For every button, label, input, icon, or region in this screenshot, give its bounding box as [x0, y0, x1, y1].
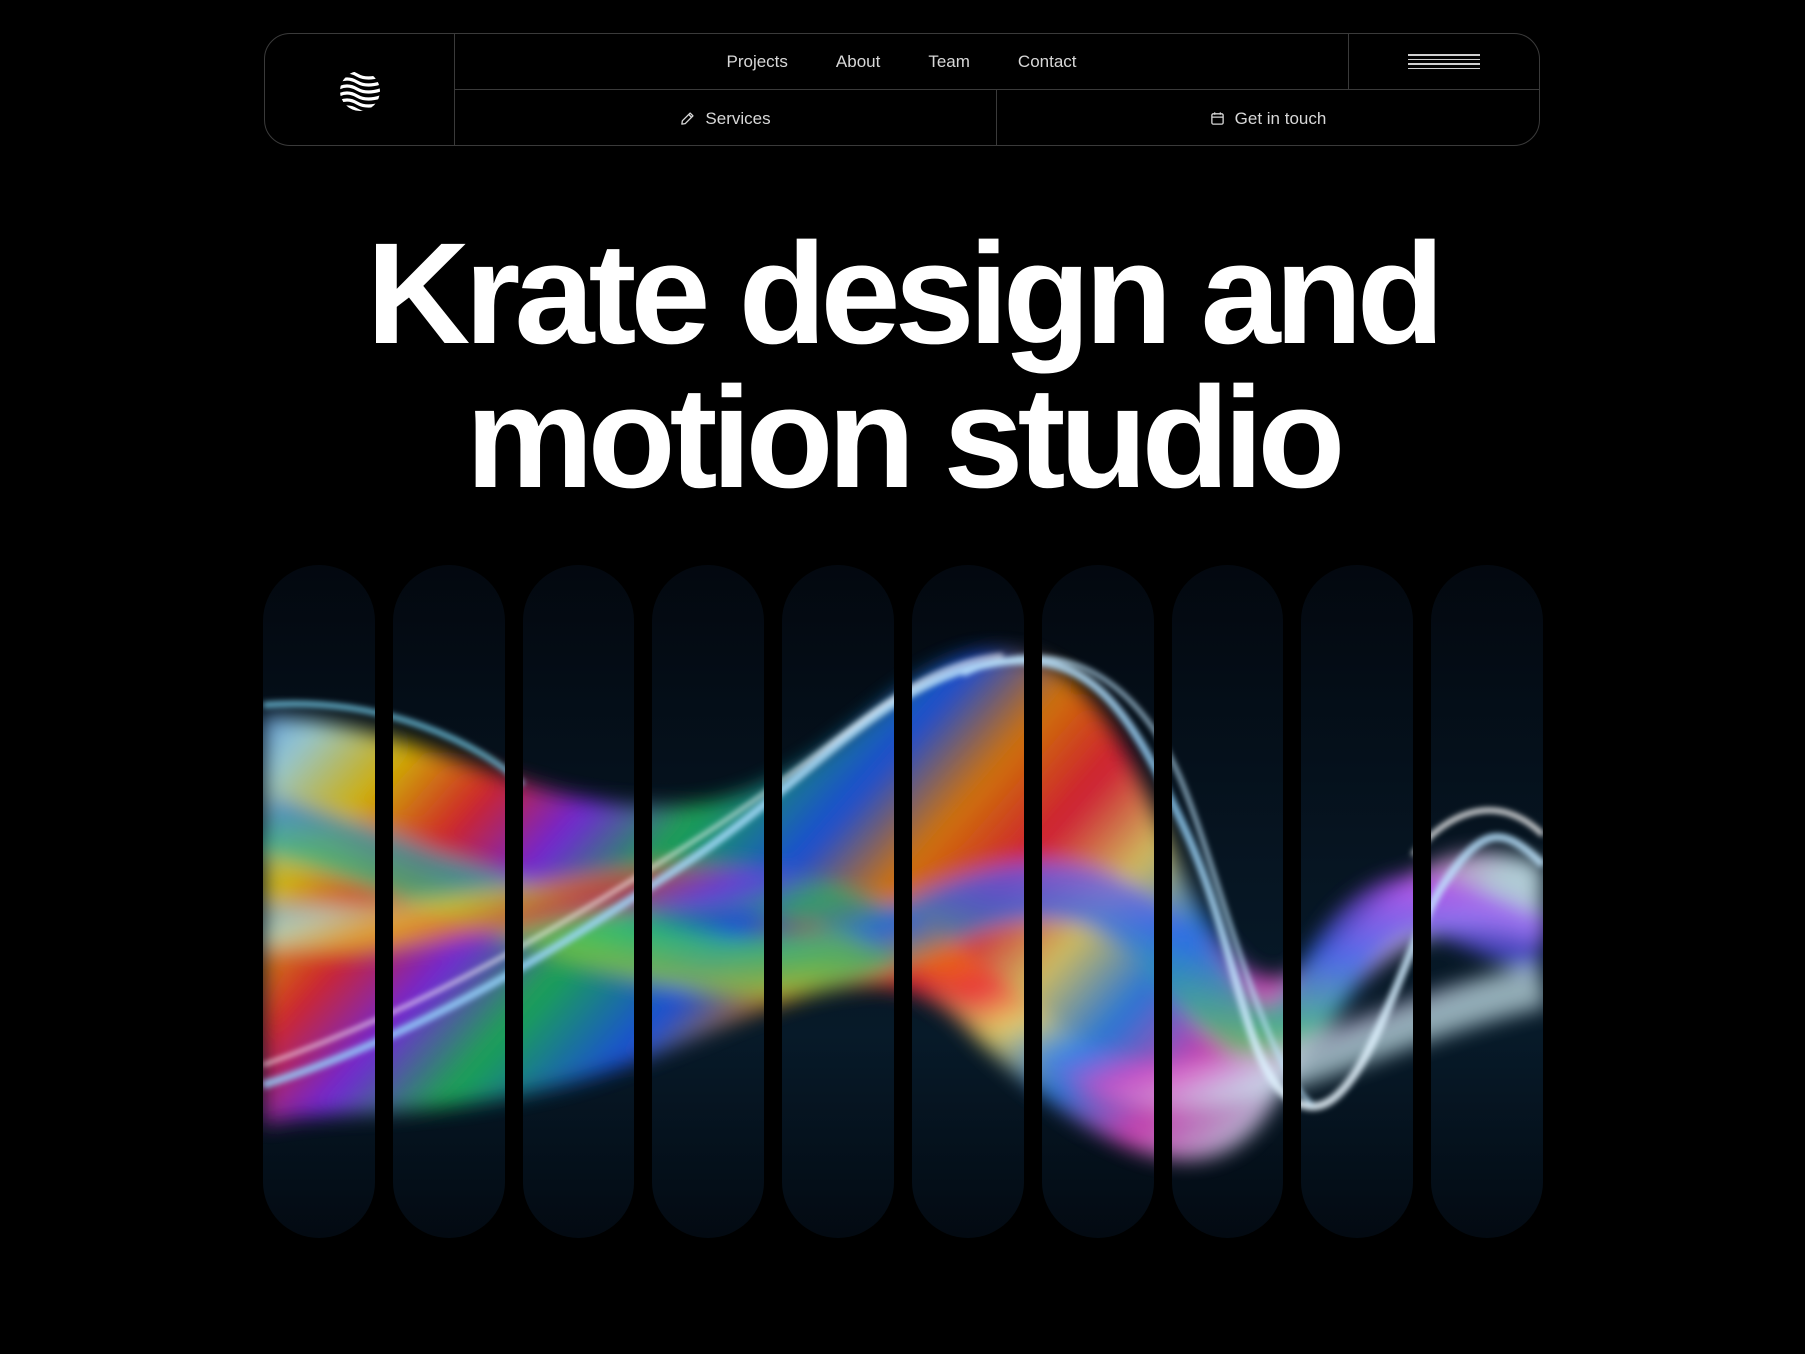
iridescent-ribbon-image	[782, 694, 894, 1004]
gallery-pill	[652, 565, 765, 1238]
wave-sphere-icon	[339, 70, 380, 111]
services-label: Services	[705, 108, 771, 128]
main-nav: Projects About Team Contact Services Get…	[264, 33, 1540, 146]
iridescent-ribbon-image	[1171, 755, 1284, 1160]
hero-title-line-1: Krate design and	[366, 213, 1444, 374]
hero-title: Krate design and motion studio	[0, 222, 1805, 510]
gallery-pill	[911, 565, 1024, 1238]
gallery-pill	[263, 565, 375, 1238]
nav-link-about[interactable]: About	[836, 52, 880, 72]
pencil-icon	[681, 112, 694, 125]
gallery-pill	[1171, 565, 1284, 1238]
nav-actions: Services Get in touch	[455, 90, 1539, 145]
hero-title-line-2: motion studio	[465, 357, 1346, 518]
services-button[interactable]: Services	[455, 90, 997, 145]
calendar-icon	[1210, 112, 1224, 125]
hero-image-gallery	[263, 565, 1543, 1238]
iridescent-ribbon-image	[652, 784, 765, 1056]
iridescent-ribbon-image	[1301, 850, 1414, 1111]
nav-link-projects[interactable]: Projects	[726, 52, 787, 72]
iridescent-ribbon-image	[911, 651, 1024, 1081]
hero: Krate design and motion studio	[0, 222, 1805, 510]
iridescent-ribbon-image	[392, 713, 505, 1112]
iridescent-ribbon-image	[522, 780, 635, 1095]
menu-button[interactable]	[1349, 34, 1539, 90]
iridescent-ribbon-image	[1041, 655, 1154, 1156]
iridescent-ribbon-image	[1431, 807, 1543, 1040]
logo-link[interactable]	[265, 34, 455, 145]
get-in-touch-label: Get in touch	[1234, 108, 1327, 128]
gallery-pill	[1041, 565, 1154, 1238]
iridescent-ribbon-image	[263, 700, 375, 1125]
hamburger-icon	[1408, 54, 1480, 69]
get-in-touch-button[interactable]: Get in touch	[997, 90, 1539, 145]
nav-links: Projects About Team Contact	[455, 34, 1349, 90]
gallery-pill	[1301, 565, 1414, 1238]
page: Projects About Team Contact Services Get…	[0, 0, 1805, 1354]
gallery-pill	[782, 565, 894, 1238]
gallery-pill	[392, 565, 505, 1238]
nav-link-team[interactable]: Team	[928, 52, 970, 72]
gallery-pill	[522, 565, 635, 1238]
gallery-pill	[1431, 565, 1543, 1238]
nav-link-contact[interactable]: Contact	[1018, 52, 1077, 72]
